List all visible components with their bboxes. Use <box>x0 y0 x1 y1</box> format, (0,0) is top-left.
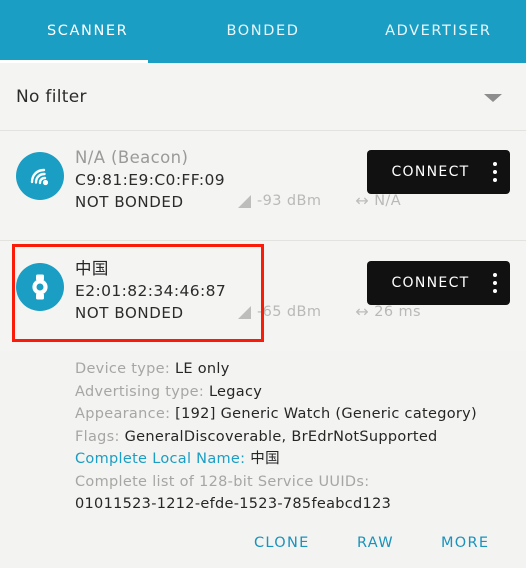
tab-bonded[interactable]: BONDED <box>175 0 350 63</box>
detail-value: LE only <box>175 361 230 377</box>
detail-value: 中国 <box>250 451 280 467</box>
chevron-down-icon[interactable] <box>484 94 502 102</box>
connect-button-label: CONNECT <box>391 164 470 180</box>
detail-row-appearance: Appearance: [192] Generic Watch (Generic… <box>75 403 515 426</box>
tab-bar: SCANNER BONDED ADVERTISER <box>0 0 526 63</box>
detail-row-flags: Flags: GeneralDiscoverable, BrEdrNotSupp… <box>75 426 515 449</box>
filter-bar[interactable]: No filter <box>0 63 526 131</box>
device-mac-address: C9:81:E9:C0:FF:09 <box>75 171 226 189</box>
clone-button[interactable]: CLONE <box>254 528 310 558</box>
device-list-item-selected[interactable]: 中国 E2:01:82:34:46:87 NOT BONDED -65 dBm … <box>0 241 526 351</box>
detail-row-service-uuid-value: 01011523-1212-efde-1523-785feabcd123 <box>75 493 515 516</box>
advertising-interval-icon: ↔ <box>355 302 370 321</box>
detail-label: Device type: <box>75 361 171 377</box>
device-metrics: -65 dBm ↔ 26 ms <box>238 304 421 320</box>
detail-label: Appearance: <box>75 406 171 422</box>
rssi-value: -93 dBm <box>257 193 322 209</box>
device-mac-address: E2:01:82:34:46:87 <box>75 282 227 300</box>
advertising-interval-icon: ↔ <box>355 191 370 210</box>
advertising-details: Device type: LE only Advertising type: L… <box>75 358 515 516</box>
service-uuid-value: 01011523-1212-efde-1523-785feabcd123 <box>75 496 392 512</box>
connect-button[interactable]: CONNECT <box>367 261 510 305</box>
kebab-menu-icon[interactable] <box>480 261 510 305</box>
beacon-icon <box>16 152 64 200</box>
detail-label: Advertising type: <box>75 383 205 400</box>
advertising-interval-value: 26 ms <box>374 304 421 320</box>
connect-button-label: CONNECT <box>391 275 470 291</box>
bluetooth-scanner-screen: SCANNER BONDED ADVERTISER No filter N/A … <box>0 0 526 568</box>
device-metrics: -93 dBm ↔ N/A <box>238 193 401 209</box>
detail-label: Complete list of 128-bit Service UUIDs: <box>75 473 370 490</box>
device-bond-state: NOT BONDED <box>75 304 184 322</box>
signal-strength-icon <box>238 194 251 208</box>
device-list-item[interactable]: N/A (Beacon) C9:81:E9:C0:FF:09 NOT BONDE… <box>0 131 526 240</box>
detail-row-service-uuids-label: Complete list of 128-bit Service UUIDs: <box>75 471 515 494</box>
connect-button[interactable]: CONNECT <box>367 150 510 194</box>
more-button[interactable]: MORE <box>441 528 489 558</box>
rssi-value: -65 dBm <box>257 304 322 320</box>
top-app-bar: SCANNER BONDED ADVERTISER <box>0 0 526 63</box>
tab-scanner[interactable]: SCANNER <box>0 0 175 63</box>
detail-label: Flags: <box>75 428 120 445</box>
detail-action-bar: CLONE RAW MORE <box>0 528 526 568</box>
device-info: N/A (Beacon) C9:81:E9:C0:FF:09 NOT BONDE… <box>75 147 225 213</box>
kebab-menu-icon[interactable] <box>480 150 510 194</box>
watch-icon <box>16 263 64 311</box>
advertising-interval-value: N/A <box>374 193 402 209</box>
detail-row-device-type: Device type: LE only <box>75 358 515 381</box>
device-name: 中国 <box>75 259 109 278</box>
detail-value: Legacy <box>208 383 263 400</box>
detail-row-complete-local-name: Complete Local Name: 中国 <box>75 448 515 471</box>
detail-row-advertising-type: Advertising type: Legacy <box>75 381 515 404</box>
raw-button[interactable]: RAW <box>357 528 394 558</box>
detail-value: GeneralDiscoverable, BrEdrNotSupported <box>124 428 438 445</box>
device-info: 中国 E2:01:82:34:46:87 NOT BONDED <box>75 258 226 324</box>
filter-label: No filter <box>16 87 87 107</box>
signal-strength-icon <box>238 305 251 319</box>
device-bond-state: NOT BONDED <box>75 193 184 211</box>
detail-value: [192] Generic Watch (Generic category) <box>175 406 477 422</box>
tab-advertiser[interactable]: ADVERTISER <box>351 0 526 63</box>
detail-label: Complete Local Name: <box>75 451 246 467</box>
device-name: N/A (Beacon) <box>75 148 189 167</box>
